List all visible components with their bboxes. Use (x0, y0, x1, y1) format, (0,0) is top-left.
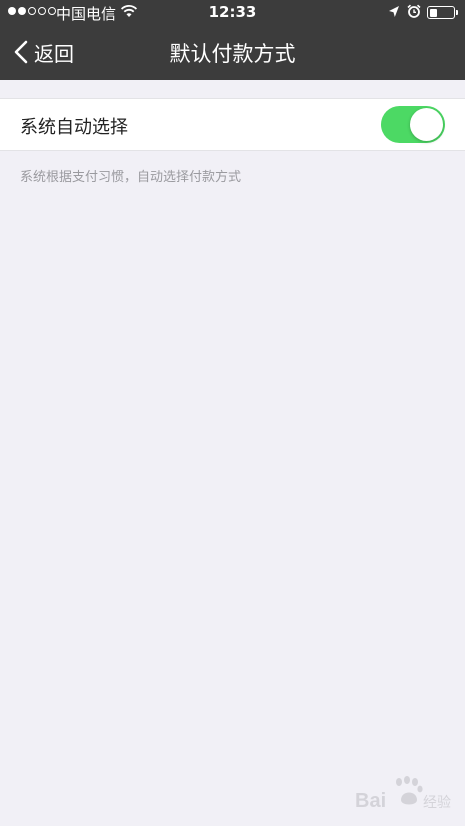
baidu-jingyan-watermark-logo: Bai 经验 (355, 776, 455, 812)
auto-select-footnote: 系统根据支付习惯，自动选择付款方式 (20, 170, 242, 185)
battery-tip (456, 10, 458, 15)
status-bar: 中国电信 12:33 (0, 0, 465, 26)
location-arrow-icon (388, 5, 400, 23)
auto-select-toggle[interactable] (381, 106, 445, 143)
auto-select-row: 系统自动选择 (0, 98, 465, 151)
svg-text:Bai: Bai (355, 790, 386, 812)
toggle-knob (410, 108, 443, 141)
navigation-bar: 中国电信 12:33 返回 默认付款方式 (0, 0, 465, 80)
battery-icon (427, 6, 455, 19)
auto-select-label: 系统自动选择 (20, 117, 128, 138)
svg-text:经验: 经验 (423, 795, 451, 811)
page-title: 默认付款方式 (169, 42, 296, 66)
alarm-clock-icon (407, 4, 421, 23)
